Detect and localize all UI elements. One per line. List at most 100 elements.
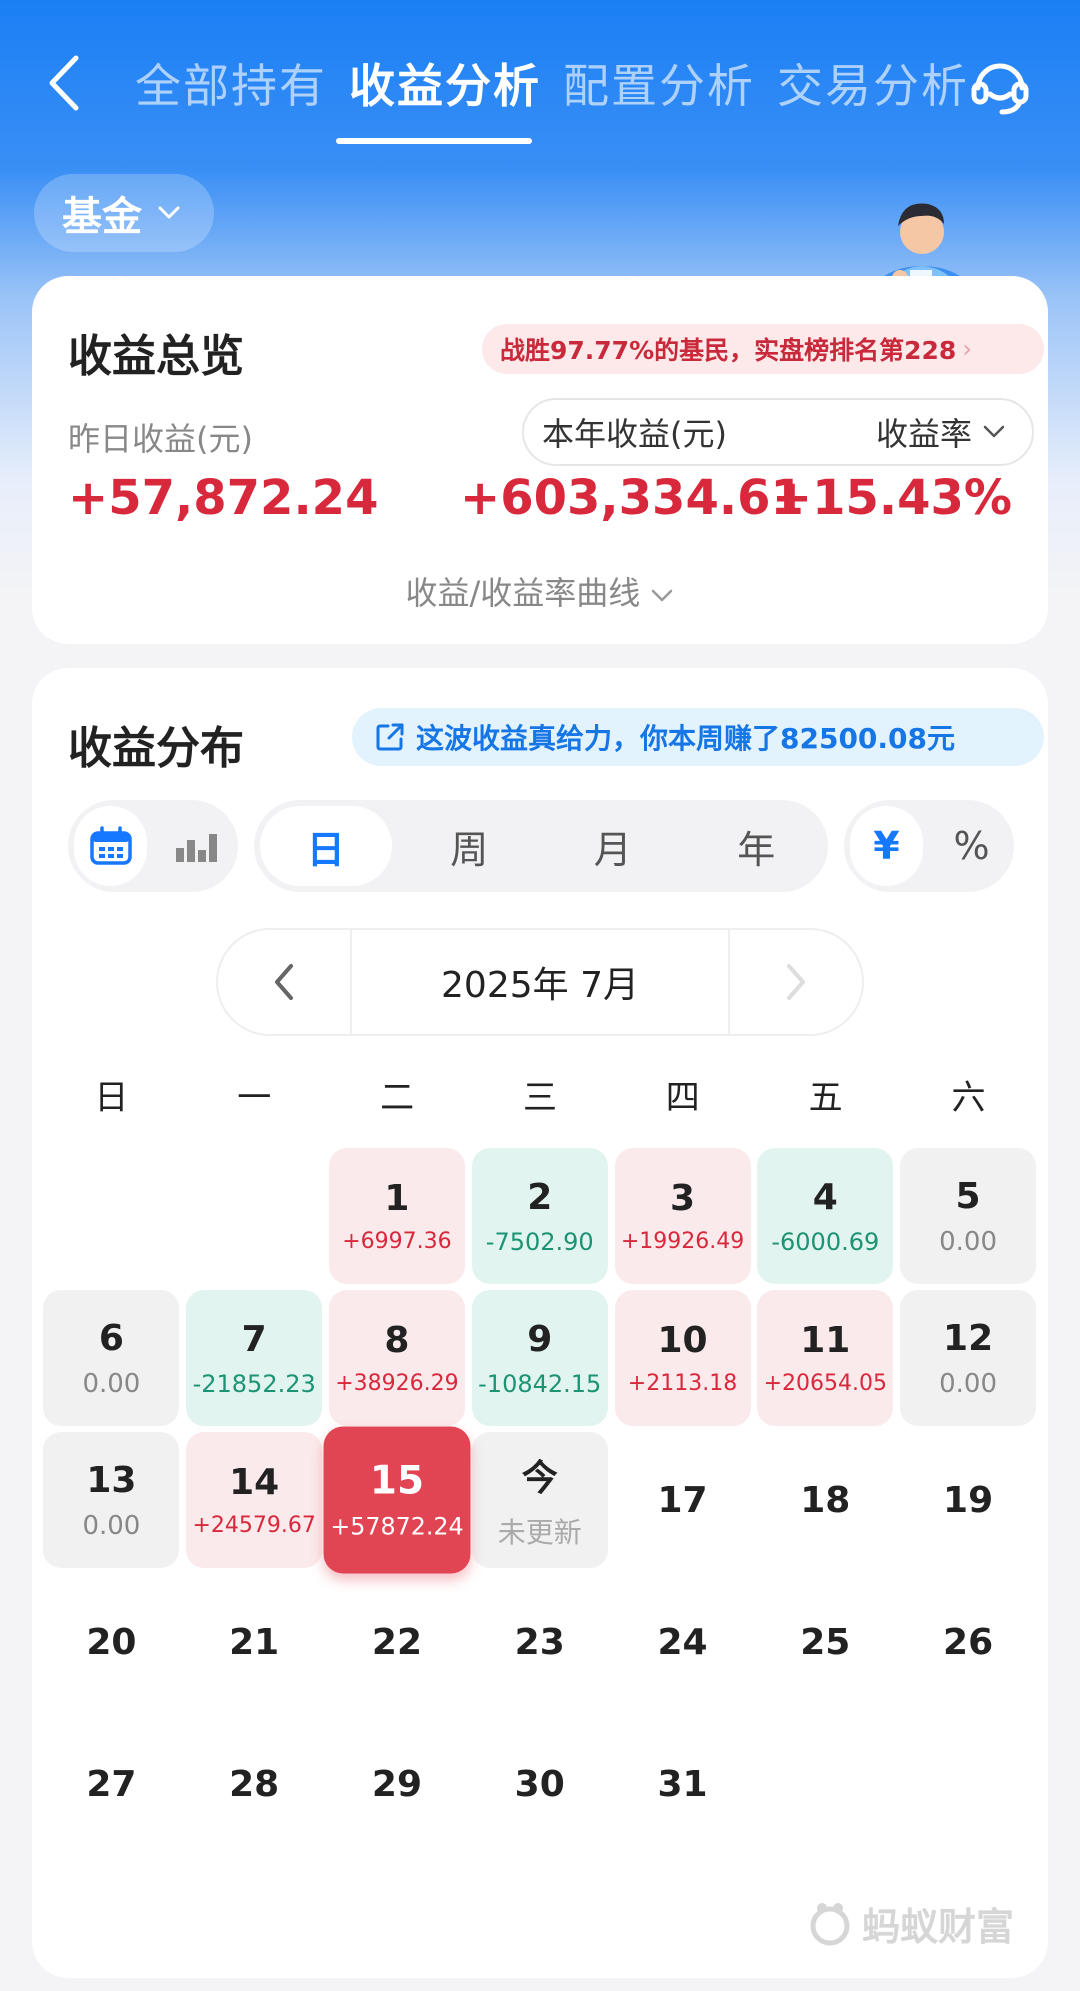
share-text: 这波收益真给力，你本周赚了82500.08元 <box>416 722 956 755</box>
calendar-day-cell[interactable]: 21 <box>186 1574 322 1710</box>
calendar-day-cell[interactable]: 24 <box>615 1574 751 1710</box>
calendar-day-cell[interactable]: 31 <box>615 1716 751 1852</box>
calendar-empty-cell <box>757 1716 893 1852</box>
calendar-view-button[interactable] <box>74 806 147 886</box>
chevron-right-icon: › <box>962 335 972 363</box>
calendar-day-cell[interactable]: 22 <box>329 1574 465 1710</box>
day-number: 28 <box>229 1763 280 1805</box>
weekday-label: 日 <box>94 1078 129 1118</box>
calendar-day-cell[interactable]: 2 -7502.90 <box>471 1148 608 1284</box>
calendar-day-cell[interactable]: 13 0.00 <box>43 1432 180 1568</box>
calendar-day-cell[interactable]: 19 <box>900 1432 1036 1568</box>
calendar-day-cell[interactable]: 18 <box>757 1432 893 1568</box>
day-earnings: +6997.36 <box>342 1229 452 1254</box>
calendar-day-cell[interactable]: 26 <box>900 1574 1036 1710</box>
brand-watermark: 蚂蚁财富 <box>806 1896 1014 1951</box>
year-earnings-label: 本年收益(元) <box>542 415 727 453</box>
calendar-day-cell[interactable]: 20 <box>43 1574 179 1710</box>
year-earnings-value: +603,334.61 <box>460 470 804 526</box>
calendar-day-cell[interactable]: 10 +2113.18 <box>614 1290 751 1426</box>
tab-allocation-analysis[interactable]: 配置分析 <box>552 50 766 116</box>
calendar-day-cell[interactable]: 3 +19926.49 <box>614 1148 751 1284</box>
customer-service-button[interactable] <box>966 50 1034 118</box>
yesterday-earnings-value: +57,872.24 <box>68 470 379 526</box>
calendar-grid: 1 +6997.36 2 -7502.90 3 +19926.49 4 -6000.69 5 0.… <box>40 1148 1040 1858</box>
calendar-day-cell[interactable]: 28 <box>186 1716 322 1852</box>
day-number: 2 <box>527 1176 553 1218</box>
calendar-day-cell[interactable]: 30 <box>472 1716 608 1852</box>
chevron-down-icon <box>983 425 1005 438</box>
ranking-badge[interactable]: 战胜97.77%的基民，实盘榜排名第228 › <box>482 324 1044 374</box>
watermark-text: 蚂蚁财富 <box>862 1905 1015 1949</box>
calendar-day-cell[interactable]: 15 +57872.24 <box>323 1426 471 1574</box>
calendar-day-cell[interactable]: 今未更新 <box>471 1432 608 1568</box>
calendar-day-cell[interactable]: 6 0.00 <box>43 1290 180 1426</box>
period-week-tab[interactable]: 周 <box>404 806 536 886</box>
share-banner[interactable]: 这波收益真给力，你本周赚了82500.08元 <box>352 708 1044 766</box>
period-month-tab[interactable]: 月 <box>547 806 679 886</box>
back-button[interactable] <box>40 48 90 118</box>
calendar-day-cell[interactable]: 25 <box>757 1574 893 1710</box>
day-earnings: +19926.49 <box>620 1229 745 1254</box>
day-number: 27 <box>86 1763 137 1805</box>
calendar-day-cell[interactable]: 5 0.00 <box>900 1148 1037 1284</box>
calendar-day-cell[interactable]: 9 -10842.15 <box>471 1290 608 1426</box>
day-number: 25 <box>800 1621 851 1663</box>
day-earnings: +57872.24 <box>330 1514 464 1542</box>
tab-all-holdings[interactable]: 全部持有 <box>124 50 338 116</box>
day-number: 26 <box>943 1621 994 1663</box>
calendar-day-cell[interactable]: 1 +6997.36 <box>328 1148 465 1284</box>
next-month-button[interactable] <box>728 928 864 1036</box>
fund-type-selector[interactable]: 基金 <box>34 174 214 252</box>
previous-month-button[interactable] <box>216 928 352 1036</box>
day-number: 14 <box>229 1462 280 1503</box>
bar-view-button[interactable] <box>159 806 232 886</box>
day-number: 31 <box>657 1763 708 1805</box>
calendar-day-cell[interactable]: 23 <box>472 1574 608 1710</box>
weekday-label: 三 <box>522 1078 557 1118</box>
calendar-day-cell[interactable]: 17 <box>615 1432 751 1568</box>
day-number: 24 <box>657 1621 708 1663</box>
yesterday-earnings-label: 昨日收益(元) <box>68 420 253 458</box>
fund-type-label: 基金 <box>62 194 142 240</box>
earnings-rate-value: +15.43% <box>771 470 1012 526</box>
chevron-left-icon <box>275 964 293 1000</box>
weekday-label: 四 <box>665 1078 700 1118</box>
calendar-day-cell[interactable]: 8 +38926.29 <box>328 1290 465 1426</box>
day-earnings: 0.00 <box>939 1226 998 1257</box>
day-number: 29 <box>371 1763 422 1805</box>
day-earnings: +2113.18 <box>627 1371 738 1396</box>
calendar-day-cell[interactable]: 14 +24579.67 <box>186 1432 323 1568</box>
day-number: 7 <box>241 1318 267 1360</box>
chevron-down-icon <box>158 206 180 219</box>
earnings-rate-label: 收益率 <box>875 415 972 453</box>
calendar-day-cell[interactable]: 7 -21852.23 <box>186 1290 323 1426</box>
calendar-day-cell[interactable]: 29 <box>329 1716 465 1852</box>
current-month-label: 2025年 7月 <box>352 928 728 1036</box>
tab-trade-analysis[interactable]: 交易分析 <box>766 50 980 116</box>
day-number: 19 <box>943 1479 994 1521</box>
calendar-day-cell[interactable]: 12 0.00 <box>900 1290 1037 1426</box>
calendar-day-cell[interactable]: 4 -6000.69 <box>757 1148 894 1284</box>
calendar-empty-cell <box>186 1148 322 1284</box>
calendar-day-cell[interactable]: 27 <box>43 1716 179 1852</box>
period-day-tab[interactable]: 日 <box>260 806 392 886</box>
day-number: 11 <box>800 1320 851 1361</box>
day-number: 今 <box>521 1458 558 1499</box>
day-number: 22 <box>371 1621 422 1663</box>
unit-percent-button[interactable]: % <box>935 806 1008 886</box>
year-earnings-selector[interactable]: 本年收益(元) 收益率 <box>522 398 1034 466</box>
chevron-down-icon <box>652 589 673 602</box>
day-number: 8 <box>384 1320 410 1361</box>
calendar-day-cell[interactable]: 11 +20654.05 <box>757 1290 894 1426</box>
day-number: 21 <box>229 1621 280 1663</box>
unit-amount-button[interactable]: ¥ <box>850 806 923 886</box>
period-year-tab[interactable]: 年 <box>691 806 823 886</box>
day-number: 4 <box>812 1176 838 1218</box>
chevron-right-icon <box>787 964 805 1000</box>
calendar-empty-cell <box>43 1148 179 1284</box>
tab-earnings-analysis[interactable]: 收益分析 <box>338 50 552 116</box>
curve-toggle[interactable]: 收益/收益率曲线 <box>32 568 1048 614</box>
day-number: 9 <box>527 1318 553 1360</box>
weekday-header: 日 一 二 三 四 五 六 <box>40 1070 1040 1119</box>
